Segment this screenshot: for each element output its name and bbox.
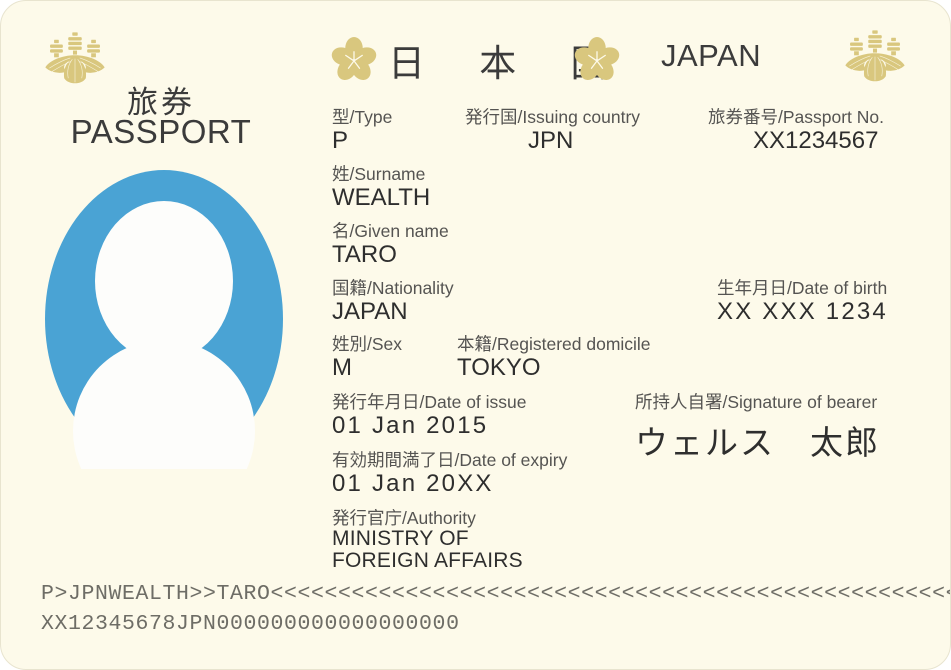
- passport-country-header: 日 本 国 JAPAN: [326, 33, 826, 89]
- value-nationality: JAPAN: [332, 298, 408, 325]
- passport-title-english: PASSPORT: [70, 113, 252, 150]
- label-date-of-expiry: 有効期間満了日/Date of expiry: [332, 450, 568, 470]
- label-issuing-country: 発行国/Issuing country: [465, 107, 641, 127]
- label-registered-domicile: 本籍/Registered domicile: [457, 334, 651, 354]
- label-surname: 姓/Surname: [332, 164, 426, 184]
- label-type: 型/Type: [332, 107, 393, 127]
- passport-photo-placeholder: [45, 170, 283, 469]
- value-type: P: [332, 127, 349, 154]
- value-date-of-issue: 01 Jan 2015: [332, 412, 489, 439]
- label-date-of-birth: 生年月日/Date of birth: [717, 278, 888, 298]
- mrz-line-2: XX12345678JPN000000000000000000: [41, 612, 460, 636]
- machine-readable-zone: P>JPNWEALTH>>TARO<<<<<<<<<<<<<<<<<<<<<<<…: [41, 579, 950, 639]
- value-authority-line2: FOREIGN AFFAIRS: [332, 549, 523, 572]
- label-signature: 所持人自署/Signature of bearer: [635, 392, 878, 412]
- sakura-flower-icon: [331, 37, 377, 80]
- label-nationality: 国籍/Nationality: [332, 278, 454, 298]
- paulownia-crest-icon: [845, 30, 905, 82]
- passport-left-panel: 旅券 PASSPORT: [1, 1, 321, 561]
- value-registered-domicile: TOKYO: [457, 354, 541, 381]
- sakura-flower-icon: [574, 37, 620, 80]
- country-name-english: JAPAN: [661, 38, 762, 73]
- value-authority-line1: MINISTRY OF: [332, 527, 469, 550]
- label-given-name: 名/Given name: [332, 221, 449, 241]
- label-passport-no: 旅券番号/Passport No.: [708, 107, 885, 127]
- value-issuing-country: JPN: [528, 127, 574, 154]
- value-given-name: TARO: [332, 241, 397, 268]
- value-date-of-expiry: 01 Jan 20XX: [332, 470, 494, 497]
- label-sex: 姓別/Sex: [332, 334, 403, 354]
- value-sex: M: [332, 354, 352, 381]
- label-date-of-issue: 発行年月日/Date of issue: [332, 392, 527, 412]
- value-surname: WEALTH: [332, 184, 431, 211]
- value-signature-of-bearer: ウェルス 太郎: [635, 423, 880, 462]
- value-passport-no: XX1234567: [753, 127, 879, 154]
- mrz-line-1: P>JPNWEALTH>>TARO<<<<<<<<<<<<<<<<<<<<<<<…: [41, 582, 950, 606]
- passport-card: 旅券 PASSPORT 日 本 国 JAPAN 型/Type P 発行国/Iss…: [0, 0, 951, 670]
- value-date-of-birth: XX XXX 1234: [717, 298, 888, 325]
